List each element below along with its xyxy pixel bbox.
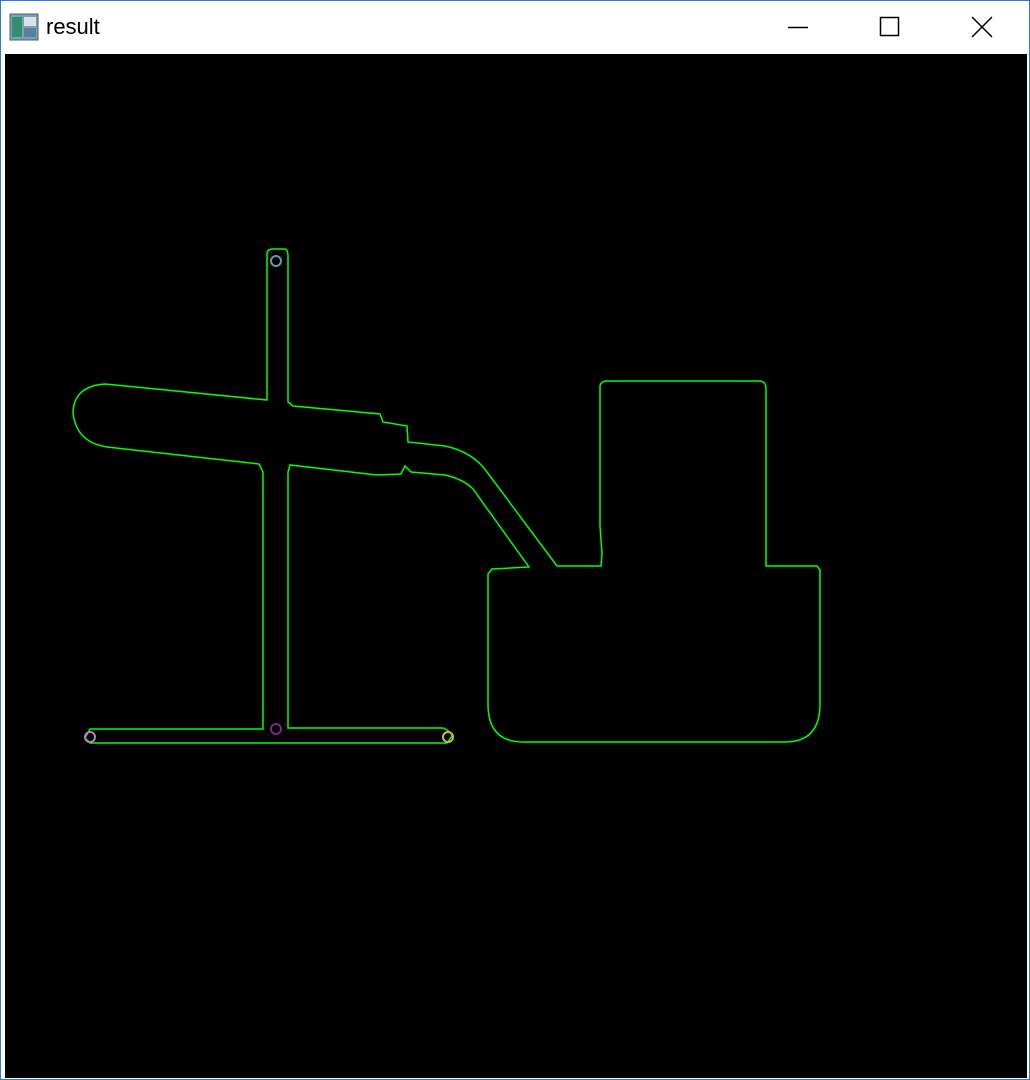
title-bar[interactable]: result xyxy=(1,1,1029,53)
opencv-window-icon xyxy=(9,13,39,41)
minimize-icon xyxy=(788,26,808,29)
minimize-button[interactable] xyxy=(752,1,844,53)
window-title: result xyxy=(46,14,100,39)
close-button[interactable] xyxy=(936,1,1028,53)
contour-drawing xyxy=(72,248,821,744)
marker-left xyxy=(84,731,96,743)
marker-center xyxy=(270,723,282,735)
maximize-icon xyxy=(879,16,900,37)
close-icon xyxy=(971,16,993,38)
image-canvas xyxy=(5,54,1027,1078)
maximize-button[interactable] xyxy=(844,1,936,53)
app-window: result xyxy=(0,0,1030,1080)
stand-contour xyxy=(72,248,821,744)
marker-top xyxy=(270,255,282,267)
